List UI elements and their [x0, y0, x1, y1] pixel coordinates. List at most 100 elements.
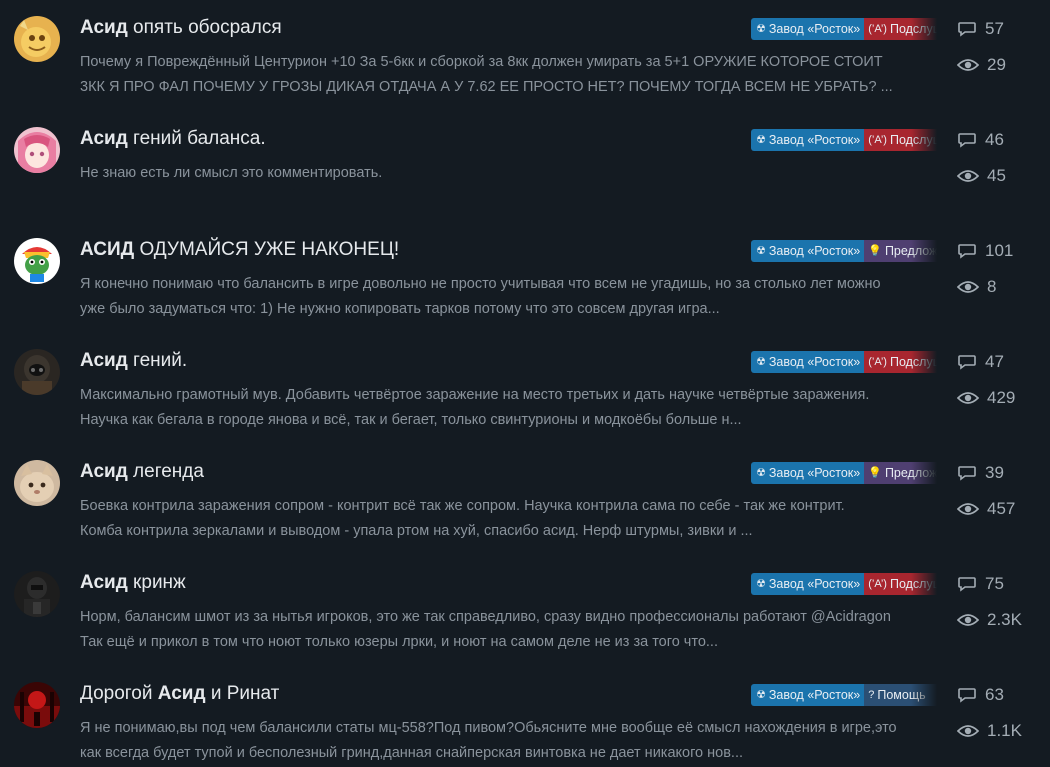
category-tag[interactable]: 💡Предложения	[864, 240, 937, 262]
replies-value: 47	[985, 352, 1004, 371]
topic-row[interactable]: АСИД ОДУМАЙСЯ УЖЕ НАКОНЕЦ! Я конечно пони…	[0, 224, 1050, 324]
forum-tag-label: Завод «Росток»	[768, 244, 861, 258]
views-value: 45	[987, 166, 1006, 185]
rainbow-frog-avatar[interactable]	[14, 238, 60, 284]
replies-count: 101	[957, 238, 1047, 264]
comment-bubble-icon	[958, 688, 976, 703]
topic-row[interactable]: Дорогой Асид и Ринат Я не понимаю,вы под …	[0, 668, 1050, 767]
topic-feed: Асид опять обосрался Почему я Повреждённы…	[0, 0, 1050, 767]
replies-value: 75	[985, 574, 1004, 593]
topic-snippet-line: Я не понимаю,вы под чем балансили статы …	[80, 720, 897, 736]
topic-snippet[interactable]: Я конечно понимаю что балансить в игре д…	[80, 272, 930, 322]
radiation-icon: ☢	[756, 134, 766, 146]
eye-icon	[957, 281, 979, 293]
eye-icon	[957, 725, 979, 737]
category-tag-label: Подслушано	[889, 355, 937, 369]
topic-snippet[interactable]: Почему я Повреждённый Центурион +10 За 5…	[80, 50, 930, 100]
eye-icon	[957, 170, 979, 182]
forum-tag-zavod-rostok[interactable]: ☢ Завод «Росток»	[751, 18, 865, 40]
forum-tag-label: Завод «Росток»	[768, 577, 861, 591]
replies-value: 63	[985, 685, 1004, 704]
cat-face-avatar[interactable]	[14, 460, 60, 506]
comment-bubble-icon	[958, 244, 976, 259]
topic-row[interactable]: Асид гений. Максимально грамотный мув. До…	[0, 335, 1050, 435]
topic-snippet-line: уже было задуматься что: 1) Не нужно коп…	[80, 301, 720, 317]
topic-snippet[interactable]: Норм, балансим шмот из за нытья игроков,…	[80, 605, 930, 655]
topic-title-highlight: АСИД	[80, 239, 135, 260]
forum-tag-zavod-rostok[interactable]: ☢ Завод «Росток»	[751, 351, 865, 373]
red-dark-scene-avatar[interactable]	[14, 682, 60, 728]
comment-bubble-icon	[958, 466, 976, 481]
category-tag[interactable]: (’A’)Подслушано	[864, 351, 937, 373]
topic-row[interactable]: Асид кринж Норм, балансим шмот из за ныть…	[0, 557, 1050, 657]
topic-snippet[interactable]: Боевка контрила заражения сопром - контр…	[80, 494, 930, 544]
category-tag-label: Предложения	[884, 466, 937, 480]
topic-snippet-line: Не знаю есть ли смысл это комментировать…	[80, 165, 383, 181]
replies-value: 101	[985, 241, 1014, 260]
category-tag[interactable]: (’A’)Подслушано	[864, 18, 937, 40]
topic-snippet-line: Комба контрила зеркалами и выводом - упа…	[80, 523, 753, 539]
forum-tag-zavod-rostok[interactable]: ☢ Завод «Росток»	[751, 462, 865, 484]
topic-stats: 63 1.1K	[957, 682, 1047, 754]
topic-tags: ☢Завод «Росток»(’A’)Подслушано	[751, 351, 937, 373]
topic-title[interactable]: АСИД ОДУМАЙСЯ УЖЕ НАКОНЕЦ!	[80, 238, 399, 262]
armored-stalker-avatar[interactable]	[14, 349, 60, 395]
topic-stats: 57 29	[957, 16, 1047, 88]
category-tag[interactable]: (’A’)Подслушано	[864, 129, 937, 151]
forum-tag-label: Завод «Росток»	[768, 22, 861, 36]
eye-icon	[957, 503, 979, 515]
topic-row[interactable]: Асид опять обосрался Почему я Повреждённы…	[0, 2, 1050, 102]
dark-suit-avatar[interactable]	[14, 571, 60, 617]
topic-title[interactable]: Асид кринж	[80, 571, 186, 595]
topic-title[interactable]: Дорогой Асид и Ринат	[80, 682, 279, 706]
broadcast-icon: (’A’)	[868, 134, 887, 146]
category-tag[interactable]: 💡Предложения	[864, 462, 937, 484]
topic-row[interactable]: Асид легенда Боевка контрила заражения со…	[0, 446, 1050, 546]
forum-tag-zavod-rostok[interactable]: ☢ Завод «Росток»	[751, 684, 865, 706]
forum-tag-zavod-rostok[interactable]: ☢ Завод «Росток»	[751, 129, 865, 151]
radiation-icon: ☢	[756, 245, 766, 257]
topic-title-highlight: Асид	[80, 572, 128, 593]
topic-stats: 101 8	[957, 238, 1047, 310]
topic-title-highlight: Асид	[157, 683, 206, 704]
radiation-icon: ☢	[756, 689, 766, 701]
views-count: 429	[957, 385, 1047, 411]
views-value: 8	[987, 277, 997, 296]
broadcast-icon: (’A’)	[868, 356, 887, 368]
topic-title[interactable]: Асид гений баланса.	[80, 127, 266, 151]
topic-title-suffix: кринж	[127, 572, 186, 593]
category-tag-label: Подслушано	[889, 22, 937, 36]
topic-snippet-line: как всегда будет тупой и бесполезный гри…	[80, 745, 744, 761]
category-tag[interactable]: ? Помощь	[864, 684, 937, 706]
topic-snippet-line: Норм, балансим шмот из за нытья игроков,…	[80, 609, 891, 625]
forum-tag-label: Завод «Росток»	[768, 688, 861, 702]
replies-value: 39	[985, 463, 1004, 482]
topic-title[interactable]: Асид гений.	[80, 349, 187, 373]
golden-creature-avatar[interactable]	[14, 16, 60, 62]
topic-snippet-line: Боевка контрила заражения сопром - контр…	[80, 498, 845, 514]
topic-tags: ☢Завод «Росток»(’A’)Подслушано	[751, 573, 937, 595]
topic-row[interactable]: Асид гений баланса. Не знаю есть ли смысл…	[0, 113, 1050, 213]
views-value: 2.3K	[987, 610, 1022, 629]
radiation-icon: ☢	[756, 23, 766, 35]
broadcast-icon: (’A’)	[868, 23, 887, 35]
topic-tags: ☢Завод «Росток»💡Предложения	[751, 240, 937, 262]
comment-bubble-icon	[958, 355, 976, 370]
question-circle-icon: ?	[868, 689, 875, 701]
category-tag-label: Предложения	[884, 244, 937, 258]
category-tag-label: Подслушано	[889, 133, 937, 147]
forum-tag-zavod-rostok[interactable]: ☢ Завод «Росток»	[751, 240, 865, 262]
pink-anime-girl-avatar[interactable]	[14, 127, 60, 173]
topic-snippet[interactable]: Максимально грамотный мув. Добавить четв…	[80, 383, 930, 433]
lightbulb-icon: 💡	[868, 245, 882, 257]
forum-tag-zavod-rostok[interactable]: ☢ Завод «Росток»	[751, 573, 865, 595]
comment-bubble-icon	[958, 22, 976, 37]
topic-title[interactable]: Асид легенда	[80, 460, 204, 484]
topic-title[interactable]: Асид опять обосрался	[80, 16, 282, 40]
topic-snippet[interactable]: Не знаю есть ли смысл это комментировать…	[80, 161, 930, 186]
category-tag[interactable]: (’A’)Подслушано	[864, 573, 937, 595]
views-value: 1.1K	[987, 721, 1022, 740]
topic-title-suffix: легенда	[127, 461, 204, 482]
topic-snippet[interactable]: Я не понимаю,вы под чем балансили статы …	[80, 716, 930, 766]
radiation-icon: ☢	[756, 356, 766, 368]
